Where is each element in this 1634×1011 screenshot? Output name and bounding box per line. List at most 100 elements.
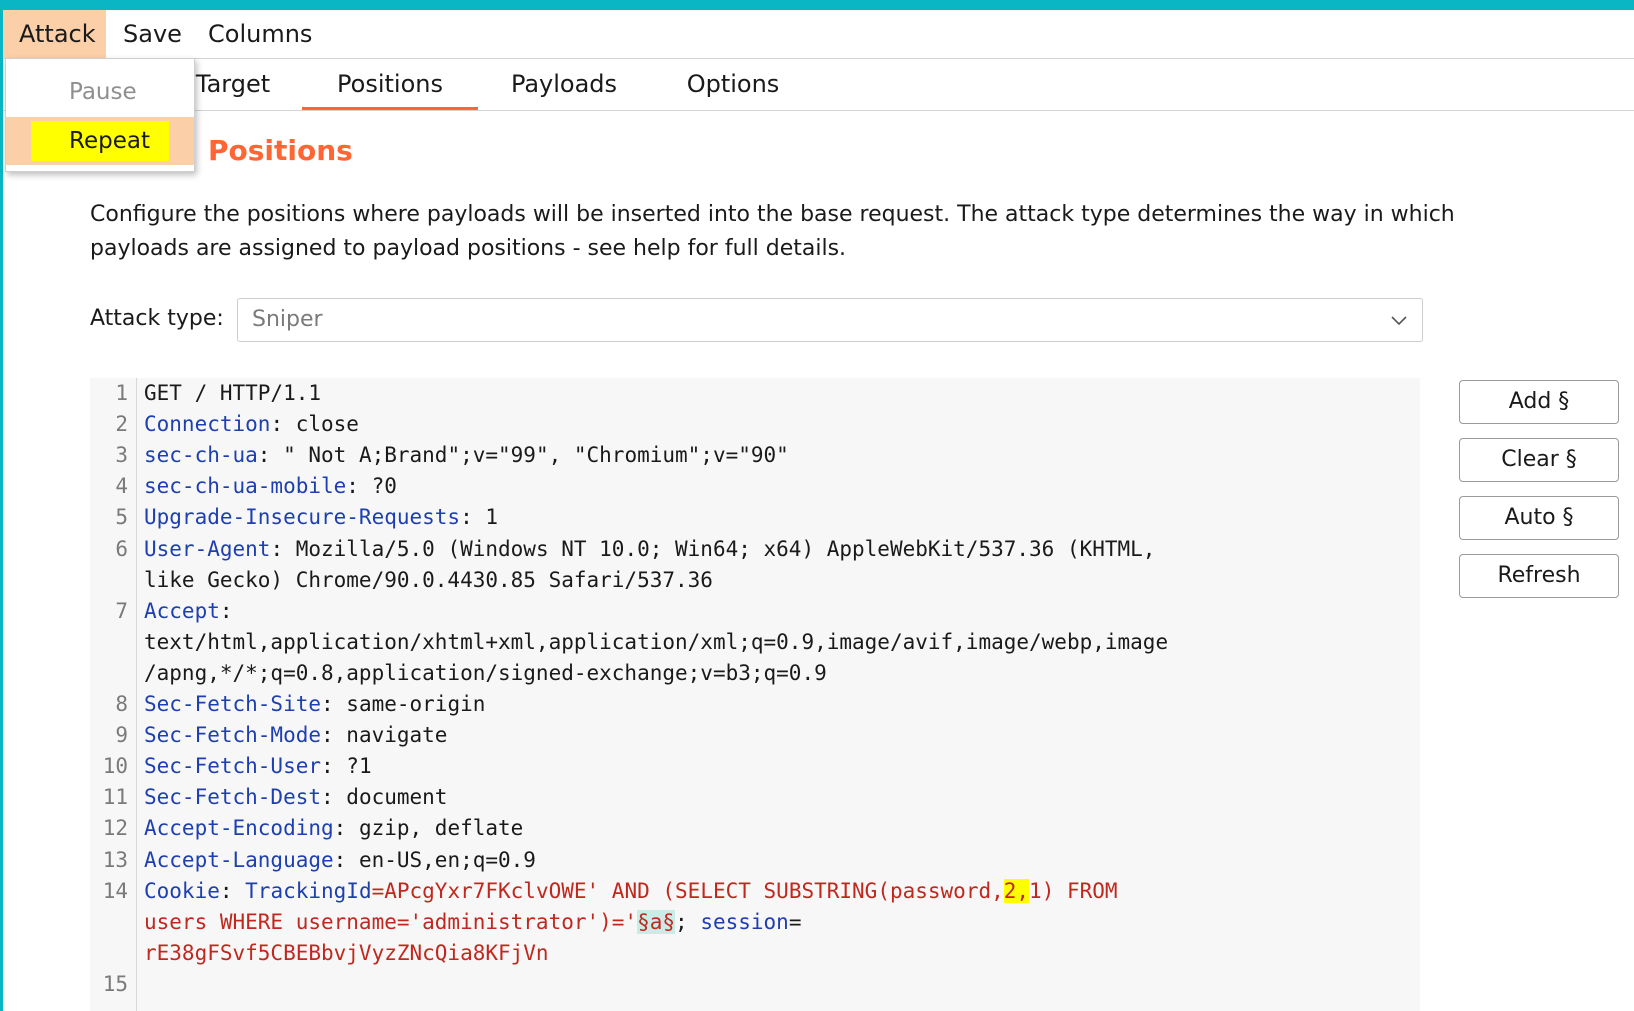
attack-type-select[interactable]: Sniper bbox=[237, 298, 1423, 342]
payload-text: users WHERE username='administrator')=' bbox=[144, 909, 638, 934]
line-code: Sec-Fetch-Site: same-origin bbox=[144, 689, 485, 720]
line-code: users WHERE username='administrator')='§… bbox=[144, 907, 802, 938]
line-number: 13 bbox=[102, 847, 128, 872]
request-line: 3 sec-ch-ua: " Not A;Brand";v="99", "Chro… bbox=[90, 440, 1420, 471]
header-name: sec-ch-ua-mobile bbox=[144, 474, 347, 499]
auto-markers-button[interactable]: Auto § bbox=[1459, 496, 1619, 540]
attack-type-value: Sniper bbox=[252, 307, 323, 332]
clear-markers-button[interactable]: Clear § bbox=[1459, 438, 1619, 482]
header-name: Sec-Fetch-Dest bbox=[144, 785, 322, 810]
line-code: rE38gFSvf5CBEBbvjVyzZNcQia8KFjVn bbox=[144, 938, 549, 969]
header-name: Upgrade-Insecure-Requests bbox=[144, 505, 461, 530]
header-value: GET / HTTP/1.1 bbox=[144, 381, 322, 405]
header-name: Accept-Language bbox=[144, 847, 334, 872]
line-number: 5 bbox=[115, 505, 128, 530]
menu-item-repeat-label: Repeat bbox=[69, 128, 150, 154]
menu-bar: Attack Save Columns bbox=[3, 10, 1634, 59]
header-value: : 1 bbox=[460, 505, 499, 530]
header-value: : ?1 bbox=[321, 754, 372, 779]
request-line: 9 Sec-Fetch-Mode: navigate bbox=[90, 720, 1420, 751]
header-value: : bbox=[219, 598, 233, 623]
tab-bar: Target Positions Payloads Options bbox=[3, 59, 1634, 111]
header-name: Sec-Fetch-Site bbox=[144, 692, 322, 716]
window-frame-left bbox=[0, 10, 3, 1011]
line-number: 2 bbox=[115, 412, 128, 437]
line-code: Accept-Language: en-US,en;q=0.9 bbox=[144, 845, 536, 876]
line-number: 4 bbox=[115, 474, 128, 499]
header-name: session bbox=[700, 909, 789, 934]
line-code: sec-ch-ua-mobile: ?0 bbox=[144, 471, 397, 502]
menu-item-pause[interactable]: Pause bbox=[6, 68, 194, 116]
tab-options[interactable]: Options bbox=[648, 59, 818, 110]
tab-payloads[interactable]: Payloads bbox=[479, 59, 649, 110]
header-name: Accept-Encoding bbox=[144, 816, 334, 841]
payload-position-marker: §a§ bbox=[637, 909, 676, 934]
header-value: : en-US,en;q=0.9 bbox=[333, 847, 536, 872]
payload-text: 1) FROM bbox=[1029, 878, 1118, 903]
header-name: Cookie bbox=[144, 878, 220, 903]
menu-attack[interactable]: Attack bbox=[3, 10, 106, 58]
line-number: 6 bbox=[115, 536, 128, 561]
refresh-button[interactable]: Refresh bbox=[1459, 554, 1619, 598]
request-line: 15 bbox=[90, 969, 1420, 1000]
header-name: Accept bbox=[144, 598, 220, 623]
header-value: : ?0 bbox=[346, 474, 397, 499]
attack-menu-dropdown: Pause Repeat bbox=[5, 58, 195, 172]
menu-save[interactable]: Save bbox=[107, 10, 198, 58]
line-number: 1 bbox=[115, 381, 128, 405]
line-code: sec-ch-ua: " Not A;Brand";v="99", "Chrom… bbox=[144, 440, 789, 471]
window-frame-top bbox=[0, 0, 1634, 10]
line-code: Sec-Fetch-User: ?1 bbox=[144, 751, 372, 782]
request-line: 5 Upgrade-Insecure-Requests: 1 bbox=[90, 502, 1420, 533]
header-value: ; bbox=[675, 909, 701, 934]
request-line: 11 Sec-Fetch-Dest: document bbox=[90, 782, 1420, 813]
line-code: Upgrade-Insecure-Requests: 1 bbox=[144, 502, 498, 533]
menu-item-repeat[interactable]: Repeat bbox=[6, 117, 194, 165]
request-line: text/html,application/xhtml+xml,applicat… bbox=[90, 627, 1420, 658]
line-code: Cookie: TrackingId=APcgYxr7FKclvOWE' AND… bbox=[144, 876, 1118, 907]
line-code: text/html,application/xhtml+xml,applicat… bbox=[144, 627, 1168, 658]
tab-positions[interactable]: Positions bbox=[302, 59, 478, 110]
request-line: 10 Sec-Fetch-User: ?1 bbox=[90, 751, 1420, 782]
request-editor[interactable]: 1 GET / HTTP/1.1 2 Connection: close 3 sec-ch… bbox=[90, 378, 1420, 1011]
header-value: : same-origin bbox=[321, 692, 486, 716]
section-description: Configure the positions where payloads w… bbox=[90, 202, 1455, 261]
line-number: 9 bbox=[115, 723, 128, 748]
section-title: Positions bbox=[208, 134, 353, 167]
payload-text: =APcgYxr7FKclvOWE' AND (SELECT SUBSTRING… bbox=[371, 878, 1004, 903]
header-name: TrackingId bbox=[245, 878, 372, 903]
header-value: like Gecko) Chrome/90.0.4430.85 Safari/5… bbox=[144, 567, 713, 592]
header-name: User-Agent bbox=[144, 536, 271, 561]
line-code: Sec-Fetch-Mode: navigate bbox=[144, 720, 447, 751]
add-marker-button[interactable]: Add § bbox=[1459, 380, 1619, 424]
header-name: Sec-Fetch-User bbox=[144, 754, 322, 779]
chevron-down-icon bbox=[1391, 316, 1407, 326]
request-line: 2 Connection: close bbox=[90, 409, 1420, 440]
line-code: like Gecko) Chrome/90.0.4430.85 Safari/5… bbox=[144, 565, 713, 596]
menu-columns[interactable]: Columns bbox=[192, 10, 328, 58]
line-number: 11 bbox=[102, 785, 128, 810]
line-code: Accept: bbox=[144, 596, 233, 627]
header-name: sec-ch-ua bbox=[144, 443, 258, 468]
line-number: 15 bbox=[102, 971, 128, 996]
header-value: : document bbox=[321, 785, 448, 810]
line-code: User-Agent: Mozilla/5.0 (Windows NT 10.0… bbox=[144, 534, 1155, 565]
line-code: Connection: close bbox=[144, 409, 359, 440]
header-name: Sec-Fetch-Mode bbox=[144, 723, 322, 748]
header-value: text/html,application/xhtml+xml,applicat… bbox=[144, 629, 1169, 654]
line-number: 3 bbox=[115, 443, 128, 468]
request-line: 4 sec-ch-ua-mobile: ?0 bbox=[90, 471, 1420, 502]
request-line: 7 Accept: bbox=[90, 596, 1420, 627]
header-value: : bbox=[219, 878, 246, 903]
header-value: : close bbox=[270, 412, 359, 437]
line-number: 8 bbox=[115, 692, 128, 716]
request-line: 13 Accept-Language: en-US,en;q=0.9 bbox=[90, 845, 1420, 876]
line-code: Sec-Fetch-Dest: document bbox=[144, 782, 447, 813]
request-line: 1 GET / HTTP/1.1 bbox=[90, 378, 1420, 409]
request-line: 14 Cookie: TrackingId=APcgYxr7FKclvOWE' A… bbox=[90, 876, 1420, 907]
line-number: 12 bbox=[102, 816, 128, 841]
line-code: Accept-Encoding: gzip, deflate bbox=[144, 813, 523, 844]
header-name: Connection bbox=[144, 412, 271, 437]
line-number: 14 bbox=[102, 878, 128, 903]
header-value: : gzip, deflate bbox=[333, 816, 524, 841]
